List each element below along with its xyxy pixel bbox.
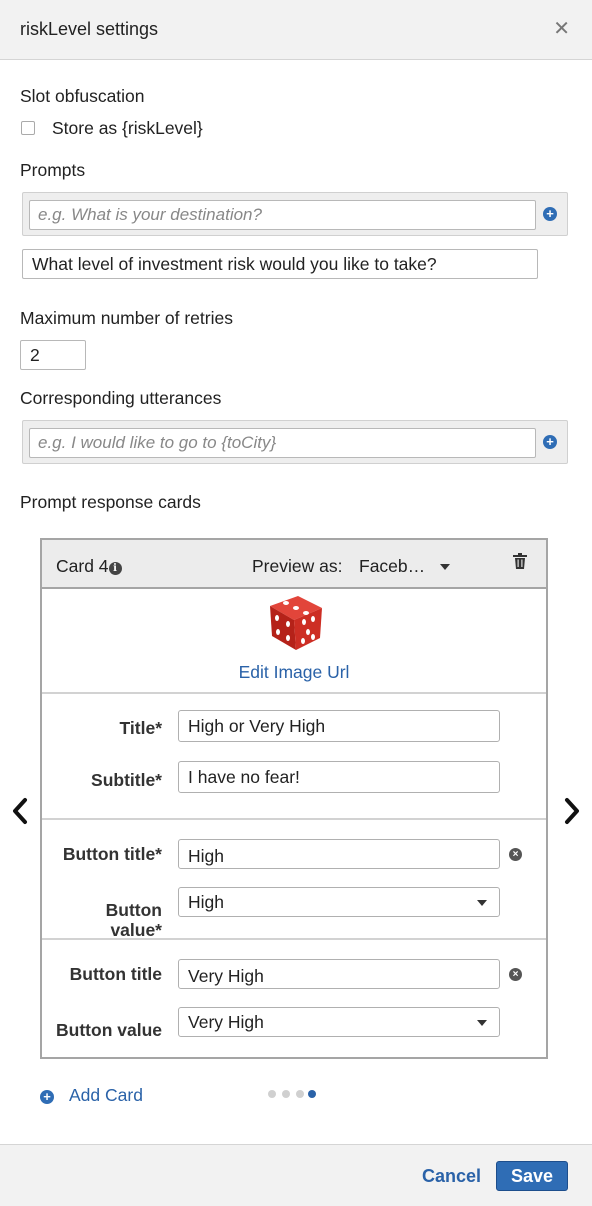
button-1-value-label-line1: Button	[105, 900, 162, 920]
cancel-button[interactable]: Cancel	[422, 1166, 481, 1187]
dice-image	[270, 596, 322, 650]
button-1-value-label: Button value*	[106, 900, 162, 940]
card-subtitle-input[interactable]	[178, 761, 500, 793]
button-2-value-label: Button value	[56, 1020, 162, 1040]
card-title-label: Title*	[119, 718, 162, 738]
add-prompt-plus-icon[interactable]: +	[543, 207, 557, 221]
card-name-text: Card 4	[56, 556, 109, 576]
pagination-dot[interactable]	[268, 1090, 276, 1098]
pagination-dot[interactable]	[282, 1090, 290, 1098]
next-card-chevron-right-icon[interactable]	[562, 796, 582, 826]
prompt-input[interactable]	[29, 200, 536, 230]
previous-card-chevron-left-icon[interactable]	[10, 796, 30, 826]
card-divider	[42, 692, 546, 694]
response-card: Card 4i Preview as: Faceb… Edit Image Ur…	[40, 538, 548, 1059]
prompt-input-group: +	[22, 192, 568, 236]
preview-as-label: Preview as:	[252, 556, 343, 576]
pagination-dot-active[interactable]	[308, 1090, 316, 1098]
button-2-value-select[interactable]: Very High	[178, 1007, 500, 1037]
chevron-down-icon[interactable]	[440, 564, 450, 570]
add-card-plus-icon[interactable]: +	[40, 1090, 54, 1104]
trash-icon[interactable]	[513, 553, 527, 569]
close-icon[interactable]: ✕	[553, 17, 570, 41]
card-name: Card 4i	[56, 556, 122, 577]
utterance-input[interactable]	[29, 428, 536, 458]
chevron-down-icon	[477, 1020, 487, 1026]
add-card-label[interactable]: Add Card	[69, 1085, 143, 1106]
edit-image-url-link[interactable]: Edit Image Url	[42, 662, 546, 683]
prompt-item[interactable]	[22, 249, 538, 279]
card-title-input[interactable]	[178, 710, 500, 742]
dialog-footer: Cancel Save	[0, 1144, 592, 1206]
button-1-value-select[interactable]: High	[178, 887, 500, 917]
button-1-value-text: High	[188, 892, 224, 912]
pagination-dot[interactable]	[296, 1090, 304, 1098]
chevron-down-icon	[477, 900, 487, 906]
remove-button-1-icon[interactable]: ×	[509, 848, 522, 861]
button-1-title-label: Button title*	[62, 844, 162, 864]
slot-obfuscation-label: Slot obfuscation	[20, 86, 145, 106]
max-retries-label: Maximum number of retries	[20, 308, 233, 328]
card-subtitle-label: Subtitle*	[91, 770, 162, 790]
response-cards-label: Prompt response cards	[20, 492, 201, 512]
button-1-value-label-line2: value*	[110, 920, 162, 940]
dialog-title: riskLevel settings	[20, 19, 159, 39]
prompts-label: Prompts	[20, 160, 86, 180]
utterances-label: Corresponding utterances	[20, 388, 222, 408]
button-2-title-label: Button title	[69, 964, 162, 984]
info-icon[interactable]: i	[108, 562, 122, 575]
card-header: Card 4i Preview as: Faceb…	[42, 540, 546, 589]
store-as-checkbox[interactable]	[21, 121, 35, 135]
save-button[interactable]: Save	[496, 1161, 568, 1191]
card-divider	[42, 818, 546, 820]
preview-platform-select[interactable]: Faceb…	[359, 556, 425, 577]
store-as-label[interactable]: Store as {riskLevel}	[52, 118, 203, 139]
max-retries-input[interactable]	[20, 340, 86, 370]
dialog-header: riskLevel settings ✕	[0, 0, 592, 60]
remove-button-2-icon[interactable]: ×	[509, 968, 522, 981]
add-utterance-plus-icon[interactable]: +	[543, 435, 557, 449]
card-divider	[42, 938, 546, 940]
utterance-input-group: +	[22, 420, 568, 464]
button-2-value-text: Very High	[188, 1012, 264, 1032]
button-2-title-input[interactable]	[178, 959, 500, 989]
button-1-title-input[interactable]	[178, 839, 500, 869]
